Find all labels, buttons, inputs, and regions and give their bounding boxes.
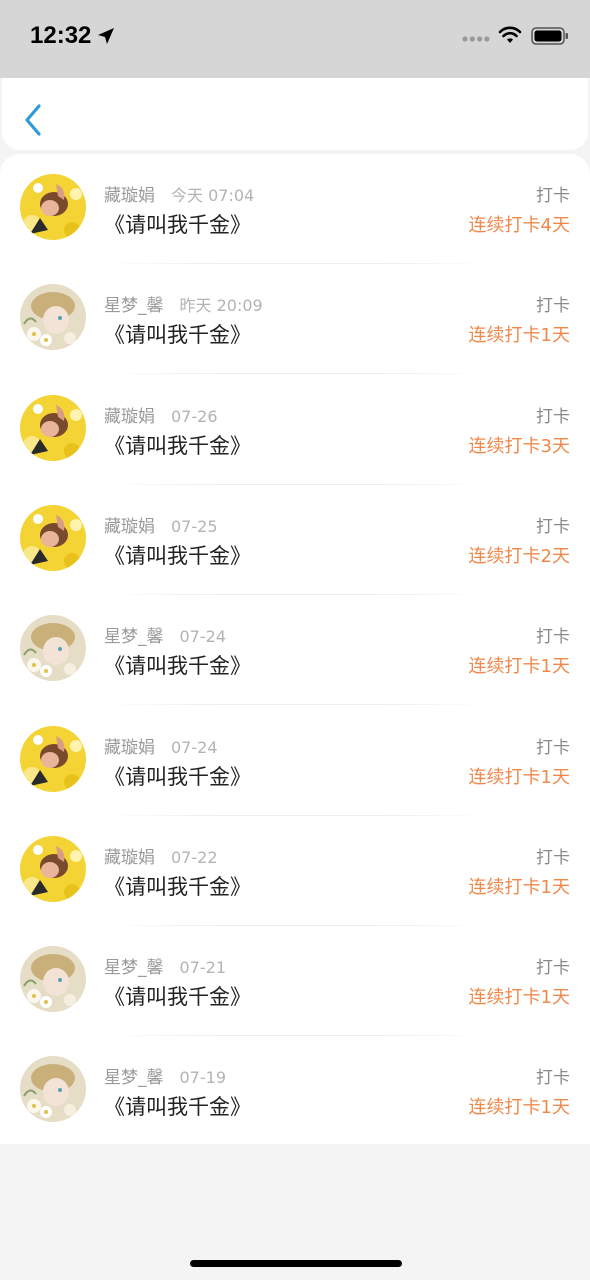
post-time: 07-24: [171, 737, 218, 757]
book-title: 《请叫我千金》: [104, 1095, 251, 1120]
streak-label: 连续打卡1天: [468, 656, 570, 678]
list-item[interactable]: 星梦_馨 07-19 《请叫我千金》 打卡 连续打卡1天: [0, 1036, 590, 1146]
avatar[interactable]: [20, 284, 86, 351]
streak-label: 连续打卡4天: [468, 215, 570, 236]
post-time: 07-26: [171, 406, 218, 426]
action-label: 打卡: [536, 516, 570, 537]
book-title: 《请叫我千金》: [104, 433, 251, 458]
back-button[interactable]: [20, 102, 48, 138]
action-label: 打卡: [536, 406, 570, 427]
user-name: 星梦_馨 07-24: [104, 627, 227, 648]
chevron-left-icon: [25, 104, 41, 136]
action-label: 打卡: [536, 847, 570, 868]
streak-label: 连续打卡1天: [468, 1097, 570, 1119]
avatar[interactable]: [20, 174, 86, 240]
book-title: 《请叫我千金》: [104, 764, 251, 789]
signal-dots-icon: [462, 36, 490, 42]
action-label: 打卡: [536, 627, 570, 648]
post-time: 07-25: [171, 516, 218, 536]
list-item[interactable]: 藏璇娟 07-26 《请叫我千金》 打卡 连续打卡3天: [0, 375, 590, 485]
action-label: 打卡: [536, 958, 570, 979]
list-item[interactable]: 藏璇娟 今天 07:04 《请叫我千金》 打卡 连续打卡4天: [0, 154, 590, 264]
checkin-list: 藏璇娟 今天 07:04 《请叫我千金》 打卡 连续打卡4天 星梦_馨 昨天 20:…: [0, 154, 590, 1144]
post-time: 07-21: [179, 958, 227, 978]
avatar[interactable]: [20, 394, 86, 461]
action-label: 打卡: [536, 1068, 570, 1089]
post-time: 07-24: [179, 627, 227, 647]
list-item[interactable]: 藏璇娟 07-24 《请叫我千金》 打卡 连续打卡1天: [0, 706, 590, 816]
book-title: 《请叫我千金》: [104, 874, 251, 899]
book-title: 《请叫我千金》: [104, 543, 251, 568]
user-name: 藏璇娟 07-26: [104, 406, 218, 427]
list-item[interactable]: 藏璇娟 07-25 《请叫我千金》 打卡 连续打卡2天: [0, 485, 590, 595]
list-item[interactable]: 星梦_馨 昨天 20:09 《请叫我千金》 打卡 连续打卡1天: [0, 264, 590, 375]
nav-bar: [2, 78, 588, 150]
wifi-icon: [498, 26, 522, 43]
user-name: 星梦_馨 昨天 20:09: [104, 296, 263, 317]
avatar[interactable]: [20, 835, 86, 902]
book-title: 《请叫我千金》: [104, 213, 251, 237]
list-item[interactable]: 星梦_馨 07-21 《请叫我千金》 打卡 连续打卡1天: [0, 926, 590, 1037]
post-time: 07-22: [171, 847, 218, 867]
streak-label: 连续打卡1天: [468, 766, 570, 788]
avatar[interactable]: [20, 615, 86, 682]
streak-label: 连续打卡1天: [468, 876, 570, 898]
post-time: 07-19: [179, 1068, 227, 1088]
status-bar: 12:32: [0, 0, 590, 78]
streak-label: 连续打卡3天: [468, 435, 570, 457]
action-label: 打卡: [536, 296, 570, 317]
post-time: 昨天 20:09: [179, 296, 263, 316]
user-name: 星梦_馨 07-21: [104, 958, 227, 979]
status-time: 12:32: [30, 22, 92, 49]
action-label: 打卡: [536, 186, 570, 206]
user-name: 藏璇娟 07-25: [104, 516, 218, 537]
action-label: 打卡: [536, 737, 570, 758]
avatar[interactable]: [20, 504, 86, 571]
user-name: 藏璇娟 07-22: [104, 847, 218, 868]
post-time: 今天 07:04: [171, 186, 255, 205]
book-title: 《请叫我千金》: [104, 985, 251, 1010]
book-title: 《请叫我千金》: [104, 654, 251, 679]
streak-label: 连续打卡1天: [468, 325, 570, 347]
user-name: 藏璇娟 07-24: [104, 737, 218, 758]
avatar[interactable]: [20, 946, 86, 1013]
location-arrow-icon: [98, 28, 114, 44]
streak-label: 连续打卡2天: [468, 545, 570, 567]
avatar[interactable]: [20, 1056, 86, 1123]
streak-label: 连续打卡1天: [468, 987, 570, 1009]
battery-icon: [531, 27, 568, 45]
book-title: 《请叫我千金》: [104, 323, 251, 348]
user-name: 星梦_馨 07-19: [104, 1068, 227, 1089]
home-indicator: [190, 1260, 402, 1267]
list-item[interactable]: 藏璇娟 07-22 《请叫我千金》 打卡 连续打卡1天: [0, 816, 590, 926]
list-item[interactable]: 星梦_馨 07-24 《请叫我千金》 打卡 连续打卡1天: [0, 595, 590, 706]
user-name: 藏璇娟 今天 07:04: [104, 186, 255, 206]
avatar[interactable]: [20, 725, 86, 792]
